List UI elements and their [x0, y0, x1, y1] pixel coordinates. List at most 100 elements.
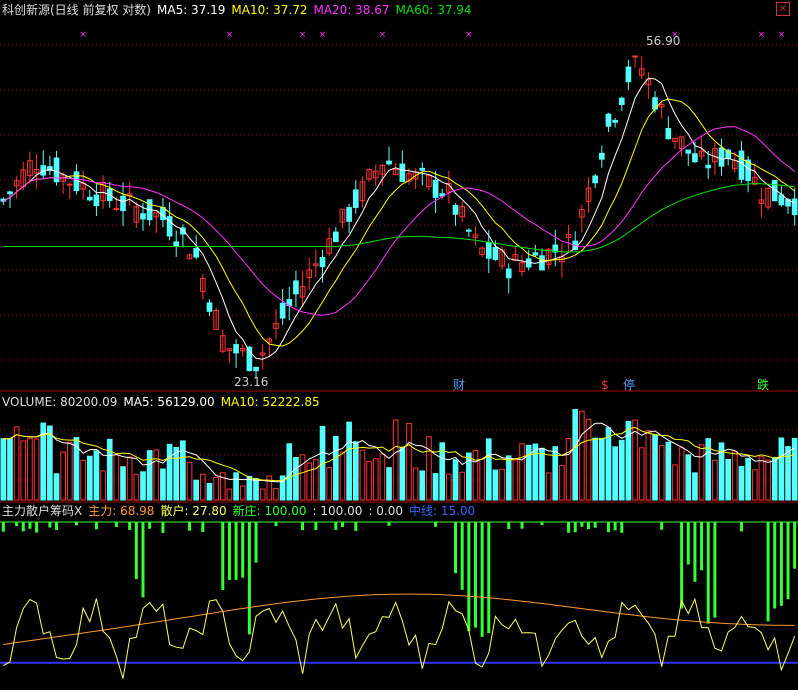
indicator-green-bar [507, 522, 511, 530]
candle-body [485, 241, 492, 259]
indicator-green-bar [567, 522, 571, 533]
volume-bar [692, 472, 698, 501]
indicator-green-bar [247, 522, 251, 635]
ma5-legend: MA5: 37.19 [157, 3, 226, 17]
candle-body [346, 207, 352, 222]
volume-bar [446, 473, 452, 501]
value1-legend: : 100.00 [312, 504, 363, 518]
volume-bar [698, 444, 705, 501]
candle-body [66, 183, 73, 186]
volume-bar [100, 470, 106, 501]
volume-bar [180, 440, 186, 501]
volume-bar [86, 455, 93, 501]
candle-body [605, 113, 612, 127]
indicator-green-bar [473, 522, 477, 628]
event-mark-suspend[interactable]: 停 [623, 378, 635, 392]
volume-bar [499, 468, 505, 501]
volume-bar [572, 409, 579, 501]
indicator-green-bar [161, 522, 165, 533]
volume-bar [725, 459, 732, 501]
indicator-green-bar [234, 522, 238, 580]
indicator-green-bar [593, 522, 597, 528]
event-mark-limit-down[interactable]: 跌 [757, 378, 769, 392]
volume-bar [399, 446, 406, 501]
midline-legend: 中线: 15.00 [408, 504, 476, 518]
candle-body [539, 255, 545, 271]
indicator-green-bar [74, 522, 78, 526]
volume-bar [7, 438, 13, 501]
close-icon[interactable]: × [776, 2, 790, 16]
volume-bar [66, 441, 73, 501]
candle-body [386, 160, 392, 165]
chart-canvas[interactable]: × × × × × × × × × [0, 0, 798, 690]
volume-bar [47, 425, 53, 501]
volume-bar [539, 447, 545, 501]
indicator-green-bar [94, 522, 98, 530]
candle-body [705, 164, 712, 169]
volume-bar [579, 410, 585, 501]
indicator-green-bar [739, 522, 743, 532]
volume-bar [791, 437, 798, 501]
volume-bar [472, 449, 479, 501]
candle-body [778, 194, 785, 206]
volume-bar [0, 438, 7, 501]
volume-bar [379, 453, 386, 501]
volume-bar [452, 459, 459, 501]
candle-body [86, 196, 93, 201]
volume-bar [372, 458, 379, 501]
indicator-green-bar [460, 522, 464, 590]
volume-bar [771, 457, 778, 501]
indicator-green-bar [793, 522, 797, 569]
volume-bar [598, 437, 605, 501]
indicator-green-bar [28, 522, 32, 529]
volume-bar [552, 446, 559, 501]
indicator-green-bar [387, 522, 391, 526]
volume-bar [778, 437, 785, 501]
volume-bar [306, 462, 313, 501]
volume-bar [166, 443, 173, 501]
volume-bar [273, 488, 279, 501]
volume-bar [160, 468, 166, 501]
indicator-green-bar [334, 522, 338, 530]
candle-body [612, 119, 618, 123]
ma5-line [3, 77, 795, 360]
volume-bar [685, 454, 692, 501]
indicator-green-bar [35, 522, 39, 533]
volume-bar [678, 447, 685, 501]
volume-bar [432, 473, 439, 501]
ma20-line [3, 126, 796, 316]
volume-bar [206, 483, 213, 501]
value2-legend: : 0.00 [368, 504, 403, 518]
volume-bar [233, 472, 239, 501]
volume-bar [226, 488, 233, 501]
event-mark-finance[interactable]: 财 [453, 378, 465, 392]
volume-bar [259, 488, 266, 501]
candle-body [452, 204, 459, 215]
volume-bar [146, 450, 153, 501]
event-mark-dollar[interactable]: $ [601, 378, 609, 392]
top-marker: × [299, 30, 307, 40]
candle-body [120, 195, 126, 212]
volume-bar [386, 467, 392, 501]
candle-body [791, 198, 798, 216]
indicator-green-bar [201, 522, 205, 533]
top-marker: × [319, 30, 327, 40]
candle-body [352, 189, 359, 208]
volume-bar [751, 469, 758, 501]
indicator-green-bar [779, 522, 783, 606]
indicator-green-bar [314, 522, 318, 531]
indicator-green-bar [766, 522, 770, 622]
volume-bar [332, 435, 339, 501]
volume-bar [186, 461, 193, 501]
indicator-green-bar [55, 522, 59, 530]
top-marker: × [226, 30, 234, 40]
volume-bar [326, 467, 333, 501]
indicator-green-bar [613, 522, 617, 531]
ma10-legend: MA10: 37.72 [231, 3, 308, 17]
volume-bar [532, 443, 539, 501]
volume-bar [53, 473, 60, 501]
volume-bar [406, 423, 412, 501]
candle-body [632, 55, 638, 58]
volume-bar [638, 447, 645, 501]
indicator-green-bar [693, 522, 697, 582]
